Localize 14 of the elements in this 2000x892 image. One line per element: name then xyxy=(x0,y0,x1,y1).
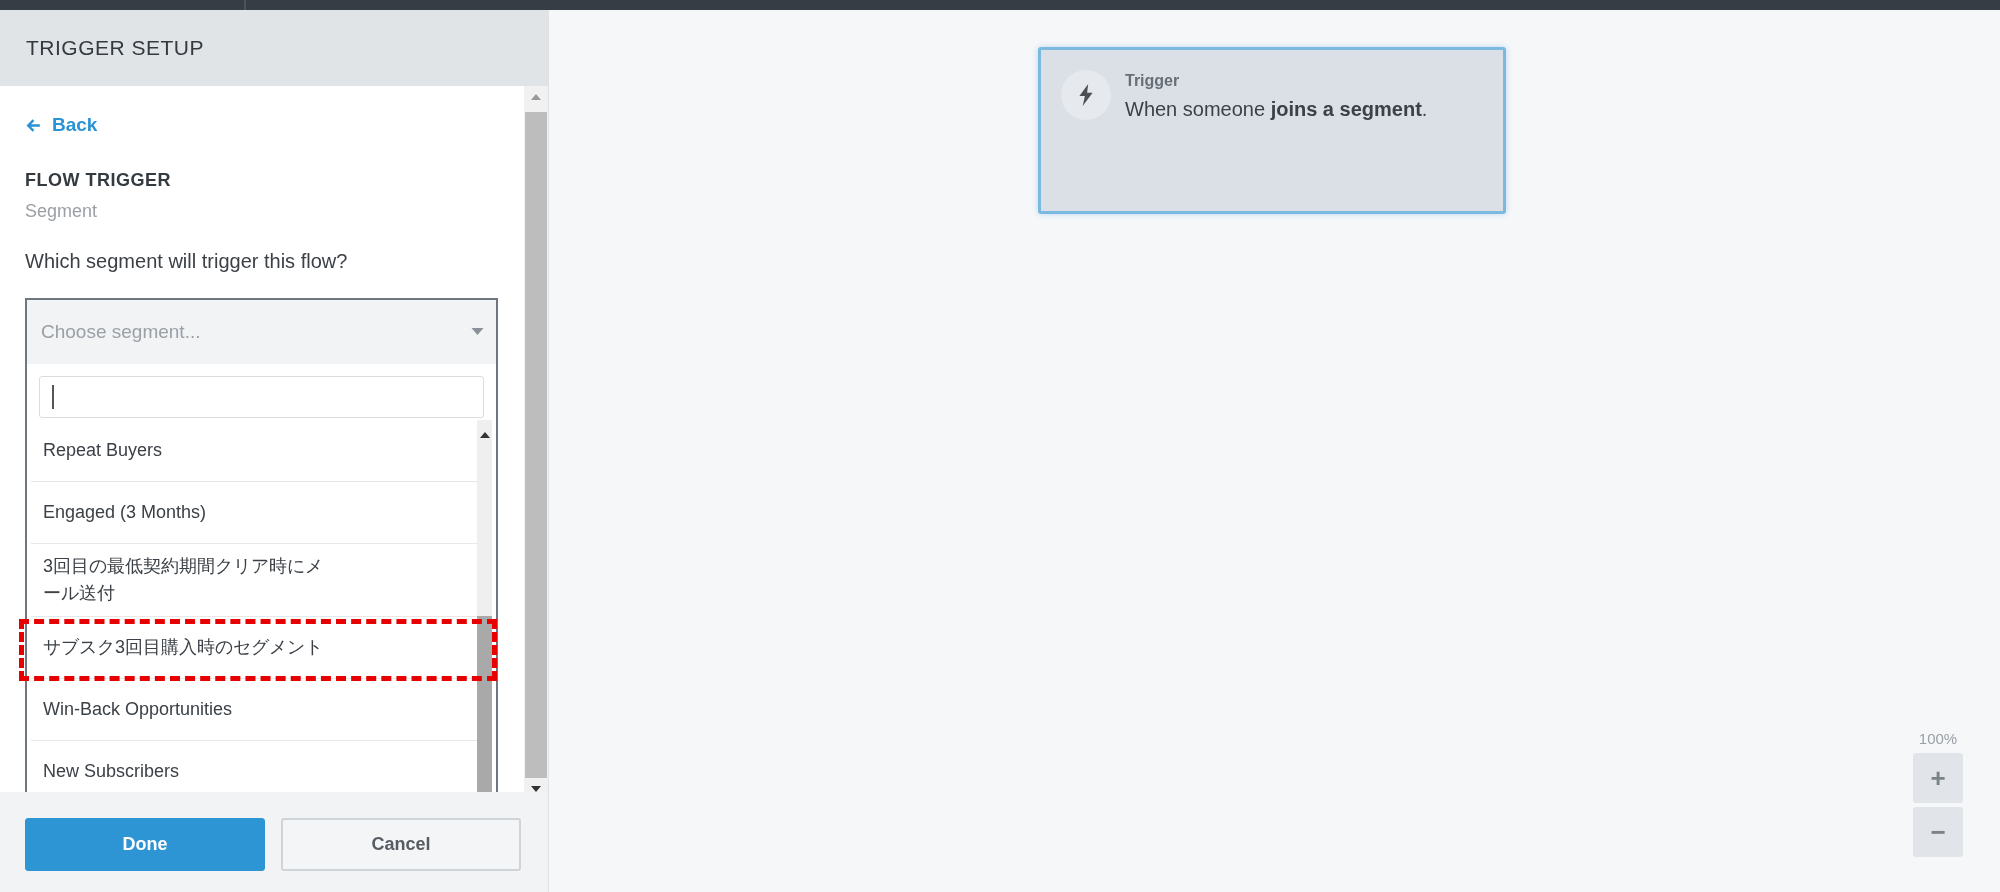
dropdown-placeholder: Choose segment... xyxy=(41,320,201,343)
panel-title: TRIGGER SETUP xyxy=(26,36,205,60)
panel-scrollbar[interactable] xyxy=(524,86,548,792)
section-title: FLOW TRIGGER xyxy=(25,169,172,191)
card-text: When someone joins a segment. xyxy=(1125,98,1428,121)
card-title: Trigger xyxy=(1125,72,1181,90)
question-text: Which segment will trigger this flow? xyxy=(25,249,349,273)
scroll-up-icon[interactable] xyxy=(479,431,490,438)
caret-icon xyxy=(471,328,484,335)
trigger-card[interactable]: Trigger When someone joins a segment. xyxy=(1038,47,1506,214)
lightning-icon xyxy=(1061,70,1111,120)
section-subtitle: Segment xyxy=(25,200,99,222)
zoom-level: 100% xyxy=(1918,730,1958,747)
cancel-button[interactable]: Cancel xyxy=(281,818,521,871)
